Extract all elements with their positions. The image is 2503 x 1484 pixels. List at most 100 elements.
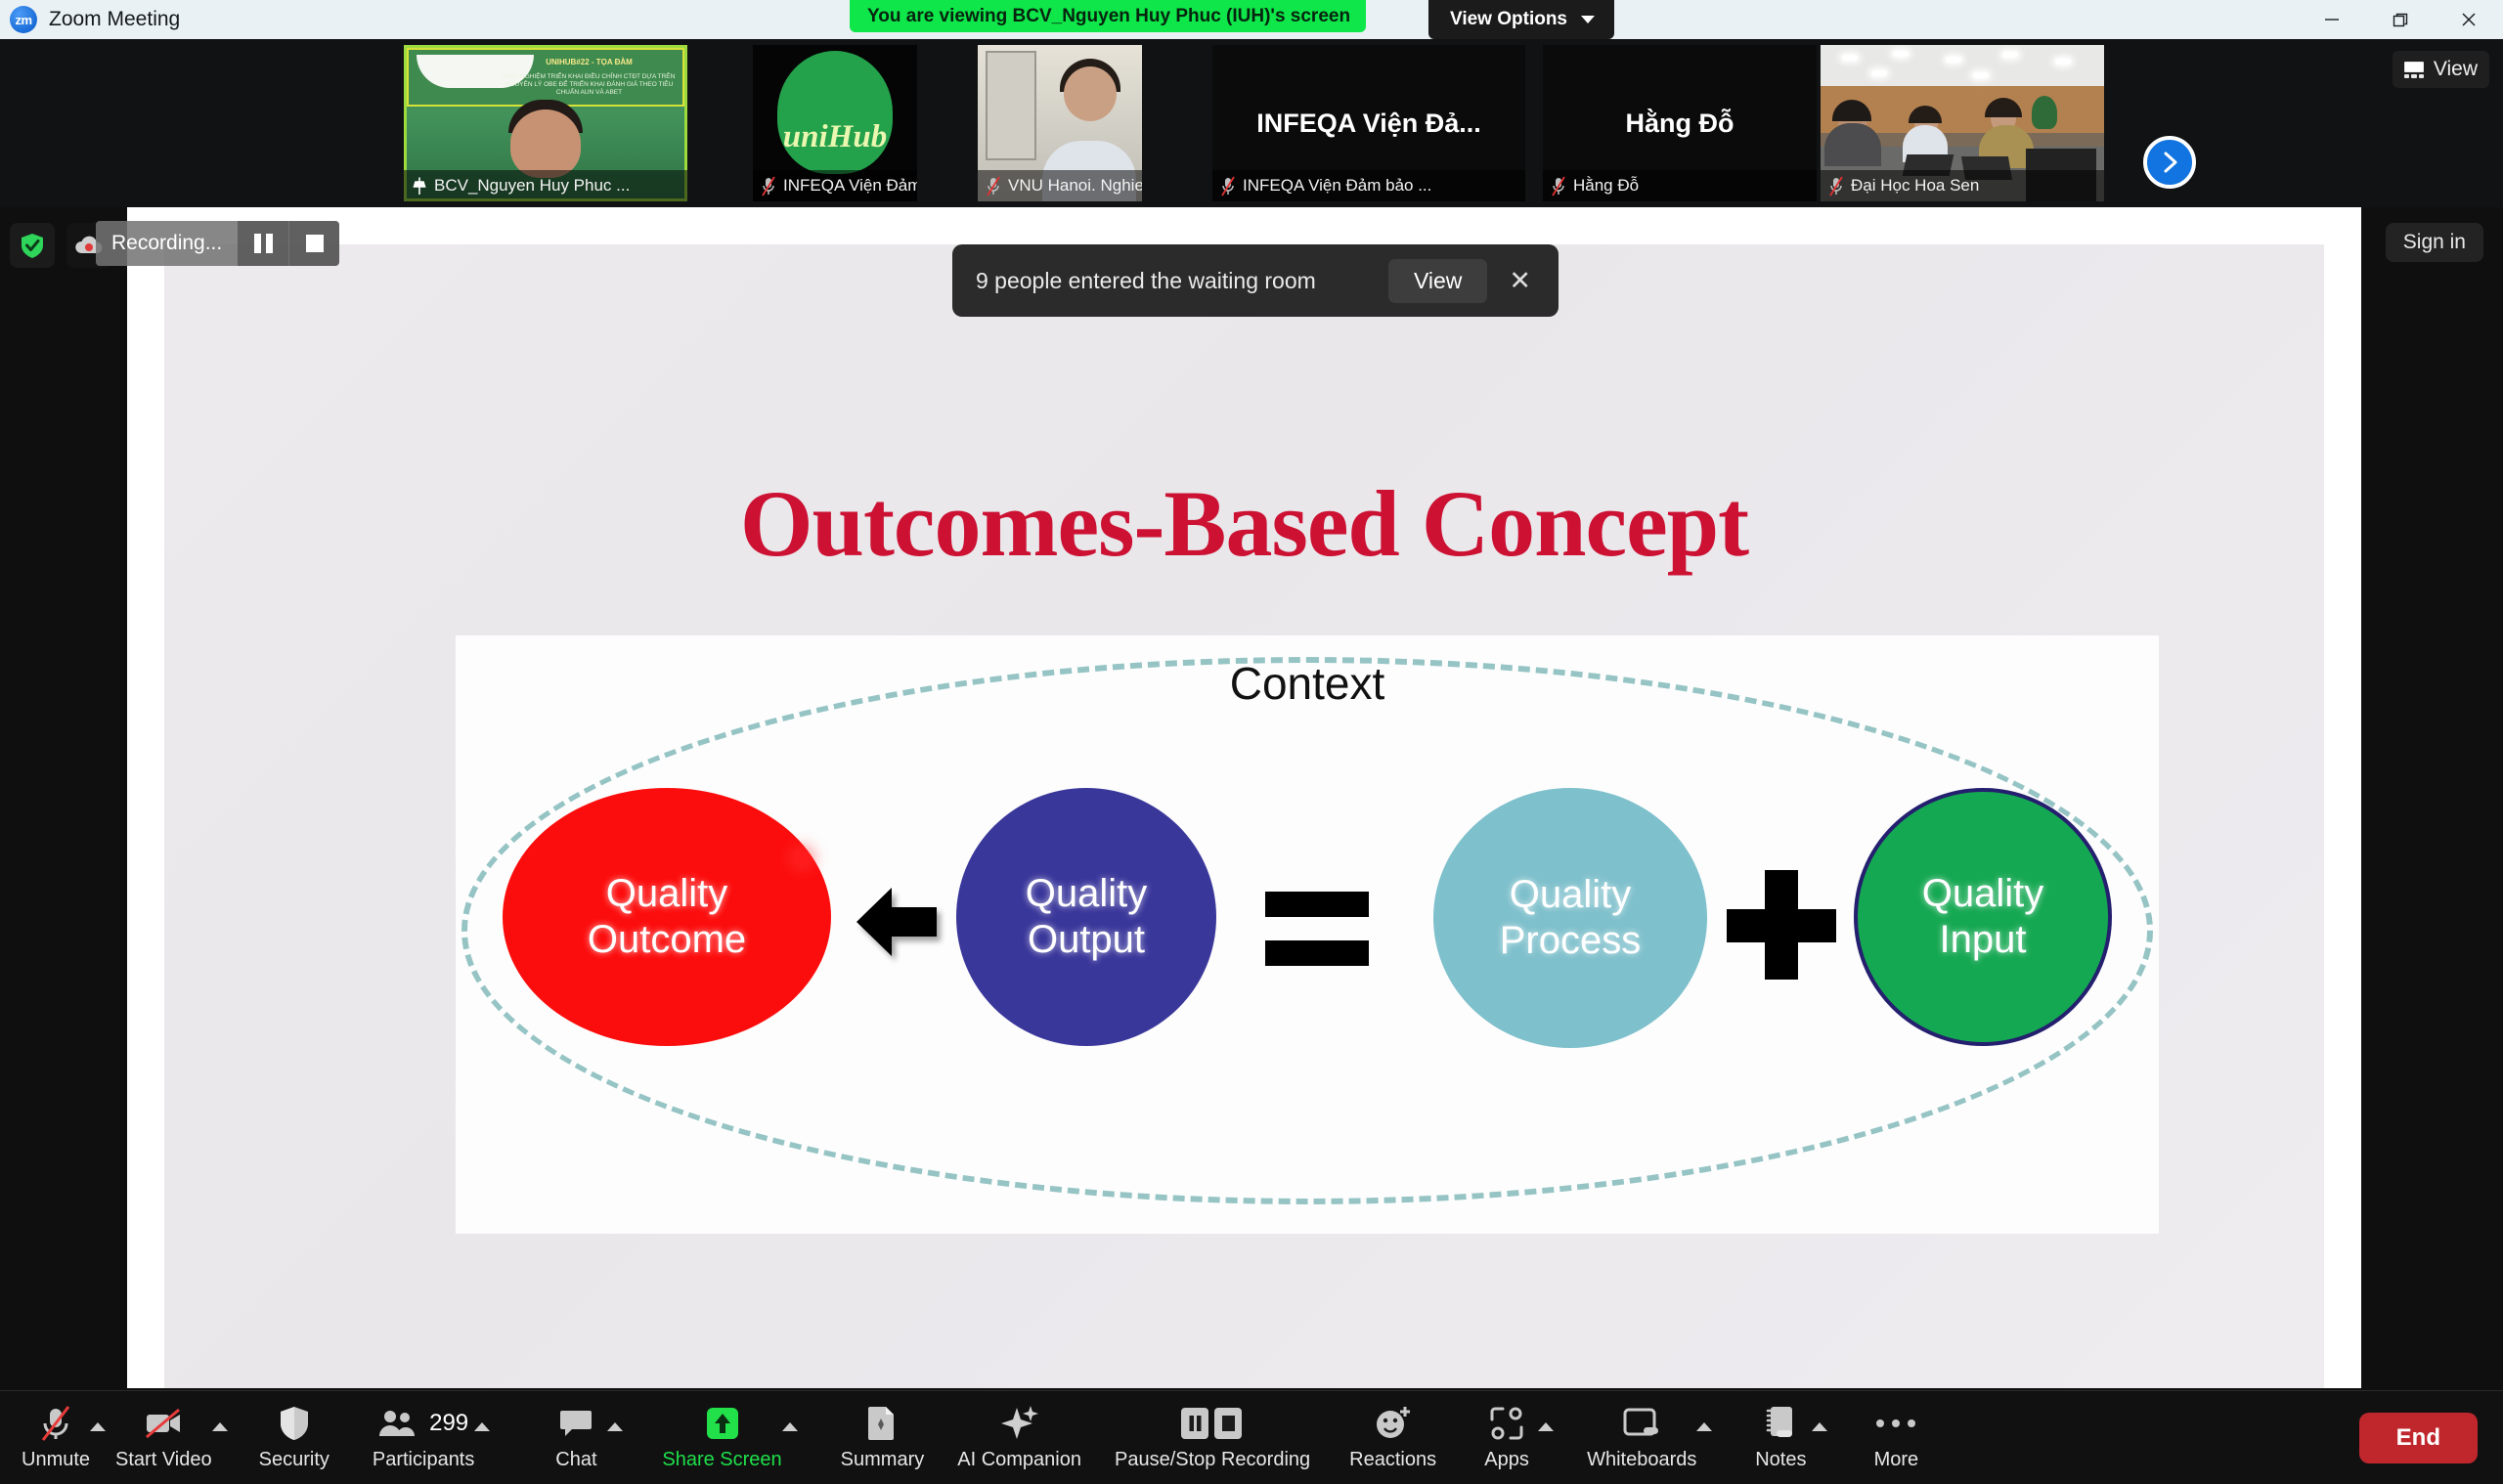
toolbar-label: Whiteboards — [1587, 1449, 1697, 1470]
shield-check-icon[interactable] — [10, 223, 55, 268]
stop-recording-button[interactable] — [288, 221, 340, 266]
filmstrip-thumbnail[interactable]: Hằng Đỗ Hằng Đỗ — [1543, 45, 1817, 201]
summary-doc-icon — [866, 1404, 898, 1443]
zoom-meeting-window: zm Zoom Meeting You are viewing BCV_Nguy… — [0, 0, 2503, 1484]
chevron-down-icon — [1581, 16, 1596, 23]
toast-message: 9 people entered the waiting room — [976, 267, 1316, 293]
toolbar-share-screen-button[interactable]: Share Screen — [662, 1391, 782, 1484]
restore-window-icon[interactable] — [2366, 0, 2435, 39]
circle-quality-input: Quality Input — [1854, 788, 2112, 1046]
thumb-name-bar: BCV_Nguyen Huy Phuc ... — [404, 170, 687, 201]
obe-diagram: Context Quality Outcome Quality Output Q… — [456, 635, 2159, 1234]
circle-quality-output: Quality Output — [956, 788, 1216, 1046]
toolbar-label: Start Video — [115, 1449, 212, 1470]
participants-chevron[interactable] — [474, 1391, 500, 1484]
microphone-off-icon — [39, 1404, 72, 1443]
sparkle-icon — [1000, 1404, 1039, 1443]
toolbar-start-video-button[interactable]: Start Video — [115, 1391, 212, 1484]
shared-screen-stage: Outcomes-Based Concept Context Quality O… — [127, 207, 2361, 1388]
slide-title: Outcomes-Based Concept — [739, 471, 1749, 576]
toolbar-label: AI Companion — [957, 1449, 1081, 1470]
toolbar-label: Security — [258, 1449, 329, 1470]
apps-chevron[interactable] — [1538, 1391, 1563, 1484]
close-icon[interactable]: ✕ — [1495, 266, 1545, 296]
view-layout-button[interactable]: View — [2392, 51, 2489, 88]
smiley-plus-icon — [1374, 1404, 1413, 1443]
end-meeting-button[interactable]: End — [2358, 1412, 2478, 1463]
equals-sign — [1265, 892, 1369, 966]
circle-line1: Quality — [605, 871, 728, 915]
chevron-right-icon[interactable] — [2143, 136, 2196, 189]
chevron-up-icon — [607, 1422, 624, 1431]
chevron-up-icon — [1696, 1422, 1713, 1431]
toolbar-pause-stop-recording-button[interactable]: Pause/Stop Recording — [1115, 1391, 1310, 1484]
filmstrip-thumbnail[interactable]: INFEQA Viện Đả... INFEQA Viện Đảm bảo ..… — [1212, 45, 1525, 201]
circle-line2: Input — [1939, 918, 2027, 961]
mic-off-icon — [761, 176, 776, 196]
toolbar-label: Participants — [372, 1449, 475, 1470]
thumb-name: VNU Hanoi. Nghiem Xu... — [1008, 176, 1142, 195]
toast-view-button[interactable]: View — [1387, 258, 1488, 303]
thumb-name-bar: INFEQA Viện Đảm bảo ... — [753, 170, 917, 201]
filmstrip-thumbnail[interactable]: uniHub INFEQA Viện Đảm bảo ... — [753, 45, 917, 201]
waiting-room-toast: 9 people entered the waiting room View ✕ — [952, 244, 1559, 317]
toolbar-summary-button[interactable]: Summary — [840, 1391, 925, 1484]
toolbar-label: Reactions — [1349, 1449, 1437, 1470]
toolbar-label: More — [1873, 1449, 1919, 1470]
camera-off-icon — [144, 1404, 183, 1443]
view-options-button[interactable]: View Options — [1428, 0, 1615, 39]
circle-line1: Quality — [1509, 872, 1632, 916]
chevron-up-icon — [781, 1422, 798, 1431]
thumb-slide-sub: KINH NGHIỆM TRIỂN KHAI ĐIỀU CHỈNH CTĐT D… — [503, 73, 676, 97]
toolbar-label: Chat — [555, 1449, 597, 1470]
view-options-label: View Options — [1450, 9, 1568, 29]
chevron-up-icon — [1538, 1422, 1555, 1431]
toolbar-unmute-button[interactable]: Unmute — [22, 1391, 90, 1484]
filmstrip-thumbnail[interactable]: Đại Học Hoa Sen — [1821, 45, 2104, 201]
recording-label: Recording... — [96, 221, 239, 266]
notes-chevron[interactable] — [1812, 1391, 1837, 1484]
window-title: Zoom Meeting — [49, 8, 181, 30]
filmstrip-thumbnail[interactable]: UNIHUB#22 - TỌA ĐÀM KINH NGHIỆM TRIỂN KH… — [404, 45, 687, 201]
toolbar-apps-button[interactable]: Apps — [1475, 1391, 1538, 1484]
thumb-display-name: Hằng Đỗ — [1625, 108, 1735, 138]
toolbar-more-button[interactable]: More — [1865, 1391, 1927, 1484]
circle-line1: Quality — [1025, 871, 1148, 915]
thumb-name: BCV_Nguyen Huy Phuc ... — [434, 176, 631, 195]
laser-pointer-dot — [795, 851, 809, 865]
mic-off-icon — [1828, 176, 1844, 196]
audio-options-chevron[interactable] — [90, 1391, 115, 1484]
chat-chevron[interactable] — [607, 1391, 633, 1484]
thumb-name: INFEQA Viện Đảm bảo ... — [783, 176, 917, 195]
apps-icon — [1489, 1404, 1524, 1443]
toolbar-chat-button[interactable]: Chat — [545, 1391, 607, 1484]
sign-in-button[interactable]: Sign in — [2385, 223, 2483, 262]
mic-off-icon — [1220, 176, 1236, 196]
grid-view-icon — [2403, 61, 2424, 78]
meeting-toolbar: Unmute Start Video Security 299 Particip… — [0, 1390, 2503, 1484]
filmstrip-thumbnail[interactable]: VNU Hanoi. Nghiem Xu... — [978, 45, 1142, 201]
share-screen-chevron[interactable] — [781, 1391, 808, 1484]
close-icon[interactable] — [2435, 0, 2503, 39]
video-options-chevron[interactable] — [211, 1391, 238, 1484]
thumb-name-bar: Đại Học Hoa Sen — [1821, 170, 2104, 201]
toolbar-label: Unmute — [22, 1449, 91, 1470]
toolbar-security-button[interactable]: Security — [259, 1391, 329, 1484]
minimize-icon[interactable] — [2298, 0, 2366, 39]
whiteboards-chevron[interactable] — [1696, 1391, 1722, 1484]
pause-recording-button[interactable] — [238, 221, 289, 266]
context-label: Context — [1229, 658, 1385, 709]
pause-stop-icon — [1180, 1404, 1245, 1443]
circle-quality-process: Quality Process — [1433, 788, 1707, 1048]
plus-sign — [1727, 870, 1836, 980]
toolbar-notes-button[interactable]: Notes — [1749, 1391, 1812, 1484]
toolbar-reactions-button[interactable]: Reactions — [1349, 1391, 1436, 1484]
toolbar-whiteboards-button[interactable]: Whiteboards — [1587, 1391, 1696, 1484]
toolbar-ai-companion-button[interactable]: AI Companion — [957, 1391, 1081, 1484]
toolbar-label: Notes — [1755, 1449, 1807, 1470]
mic-off-icon — [1551, 176, 1566, 196]
toolbar-label: Summary — [840, 1449, 925, 1470]
circle-line1: Quality — [1921, 871, 2044, 915]
toolbar-participants-button[interactable]: 299 Participants — [373, 1391, 475, 1484]
thumb-name-bar: VNU Hanoi. Nghiem Xu... — [978, 170, 1142, 201]
